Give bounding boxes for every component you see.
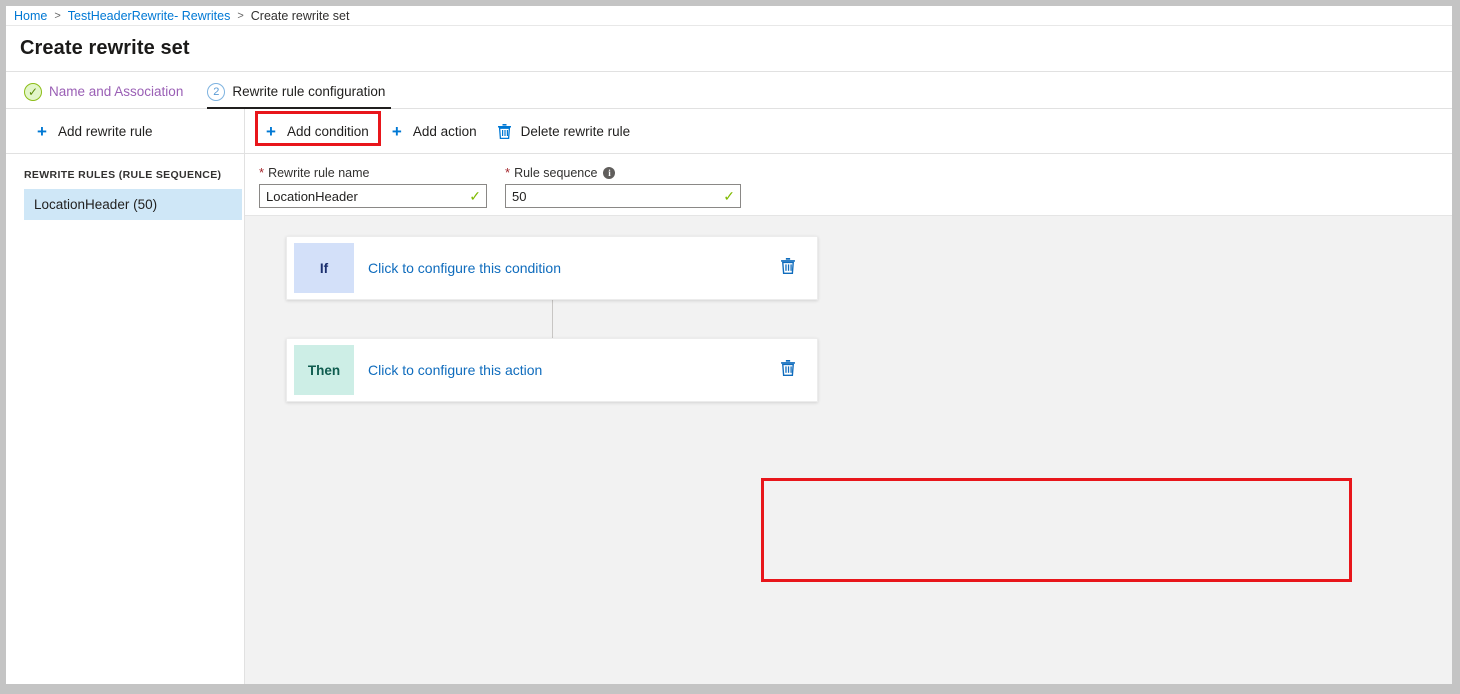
rule-form: * Rewrite rule name ✓ * Rule sequence i [245,154,1452,216]
check-circle-icon: ✓ [24,83,42,101]
rewrite-rule-list-item[interactable]: LocationHeader (50) [24,189,242,220]
plus-icon: + [262,122,280,140]
tab-name-and-association[interactable]: ✓ Name and Association [24,75,189,108]
rewrite-rule-name-field: * Rewrite rule name ✓ [259,164,487,201]
tab-label: Rewrite rule configuration [232,84,385,99]
wizard-steps: ✓ Name and Association 2 Rewrite rule co… [6,72,1452,109]
info-icon[interactable]: i [603,167,615,179]
rewrite-rules-pane: REWRITE RULES (RULE SEQUENCE) LocationHe… [6,154,245,684]
add-condition-button[interactable]: + Add condition [259,116,379,146]
rewrite-rule-name-input-wrap: ✓ [259,184,487,208]
rewrite-rule-name-label: * Rewrite rule name [259,164,487,181]
plus-icon: + [33,122,51,140]
action-badge: Then [294,345,354,395]
condition-badge: If [294,243,354,293]
rule-sequence-input[interactable] [505,184,741,208]
portal-page: Home > TestHeaderRewrite- Rewrites > Cre… [6,6,1452,684]
required-marker: * [259,166,264,179]
title-bar: Create rewrite set [6,26,1452,72]
breadcrumb-separator-icon: > [237,10,243,22]
trash-icon [496,122,514,140]
screenshot-root: Home > TestHeaderRewrite- Rewrites > Cre… [0,0,1460,694]
breadcrumb-item-home[interactable]: Home [14,9,47,23]
breadcrumb-item-rewrites[interactable]: TestHeaderRewrite- Rewrites [68,9,231,23]
rule-sequence-label: * Rule sequence i [505,164,741,181]
command-bar: + Add rewrite rule + Add condition + Add… [6,109,1452,154]
condition-card[interactable]: If Click to configure this condition [286,236,818,300]
tab-label: Name and Association [49,84,183,99]
field-label-text: Rule sequence [514,166,597,180]
delete-rewrite-rule-button[interactable]: Delete rewrite rule [493,116,641,146]
add-action-button[interactable]: + Add action [385,116,487,146]
rule-canvas: If Click to configure this condition [245,216,1452,684]
rewrite-rules-list-header: REWRITE RULES (RULE SEQUENCE) [6,164,244,189]
rewrite-rule-name-input[interactable] [259,184,487,208]
required-marker: * [505,166,510,179]
breadcrumb-separator-icon: > [54,10,60,22]
delete-rewrite-rule-label: Delete rewrite rule [521,124,631,139]
add-rewrite-rule-label: Add rewrite rule [58,124,153,139]
action-card[interactable]: Then Click to configure this action [286,338,818,402]
delete-condition-button[interactable] [773,253,803,283]
configure-action-link[interactable]: Click to configure this action [354,362,773,378]
command-bar-left: + Add rewrite rule [6,109,245,153]
step-number-circle-icon: 2 [207,83,225,101]
rule-sequence-field: * Rule sequence i ✓ [505,164,741,201]
trash-icon [781,258,795,279]
rule-detail-pane: * Rewrite rule name ✓ * Rule sequence i [245,154,1452,684]
add-condition-label: Add condition [287,124,369,139]
page-title: Create rewrite set [20,37,190,60]
add-rewrite-rule-button[interactable]: + Add rewrite rule [30,116,163,146]
rule-sequence-input-wrap: ✓ [505,184,741,208]
breadcrumb: Home > TestHeaderRewrite- Rewrites > Cre… [6,6,1452,26]
trash-icon [781,360,795,381]
plus-icon: + [388,122,406,140]
breadcrumb-item-current: Create rewrite set [251,9,350,23]
command-bar-right: + Add condition + Add action [245,109,1452,153]
delete-action-button[interactable] [773,355,803,385]
configure-condition-link[interactable]: Click to configure this condition [354,260,773,276]
field-label-text: Rewrite rule name [268,166,369,180]
rewrite-rule-list-item-label: LocationHeader (50) [34,197,157,212]
tab-rewrite-rule-configuration[interactable]: 2 Rewrite rule configuration [207,75,391,108]
add-action-label: Add action [413,124,477,139]
main-content: REWRITE RULES (RULE SEQUENCE) LocationHe… [6,154,1452,684]
